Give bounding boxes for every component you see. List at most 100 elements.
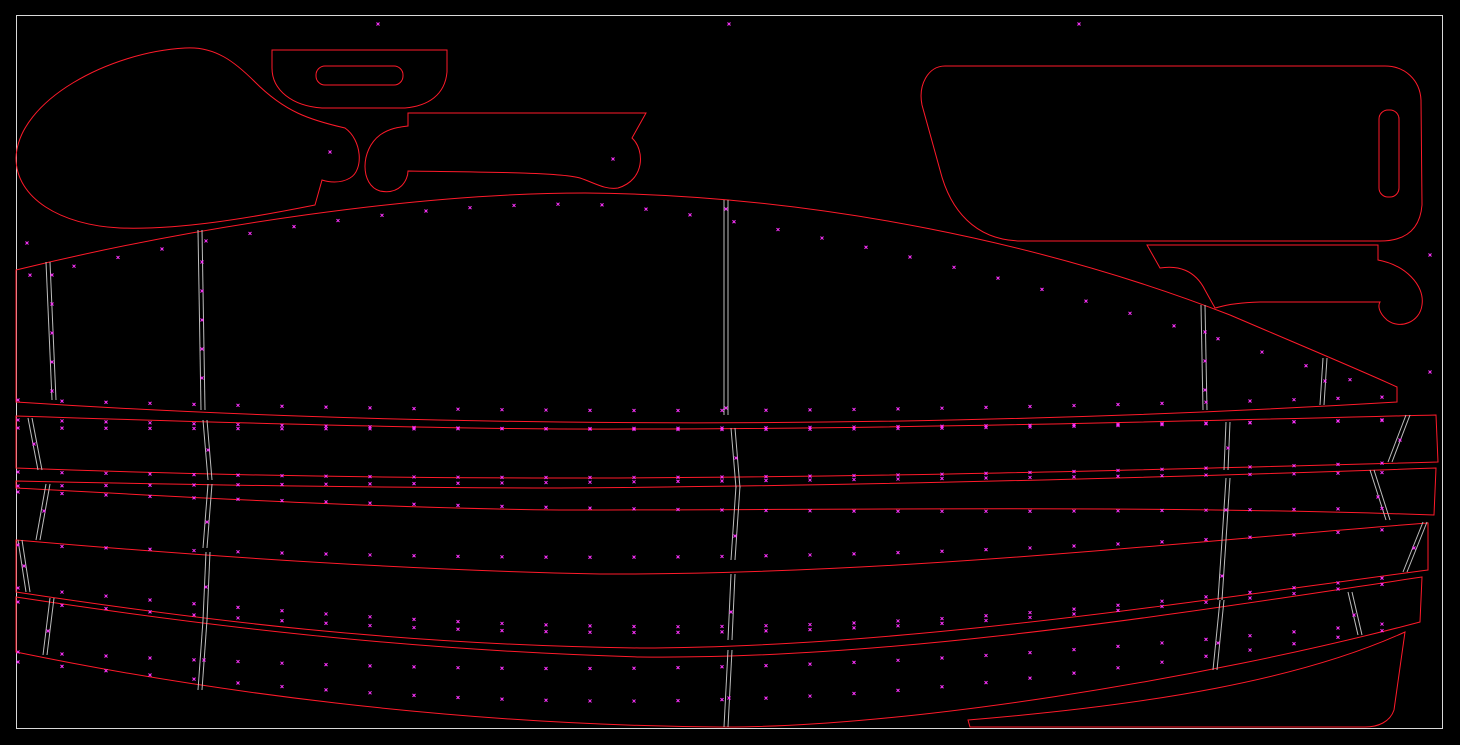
- stitch-mark: [1304, 363, 1308, 368]
- stitch-mark: [984, 509, 988, 514]
- scarf-seam-line: [46, 597, 55, 656]
- stitch-mark: [720, 697, 724, 702]
- handle-slot: [315, 65, 404, 86]
- stitch-mark: [984, 618, 988, 623]
- stitch-mark: [25, 241, 29, 245]
- stitch-mark: [852, 407, 856, 412]
- stitch-mark: [192, 613, 196, 617]
- stitch-mark: [236, 426, 240, 431]
- stitch-mark: [148, 547, 152, 552]
- stitch-mark: [1028, 676, 1032, 680]
- stitch-mark: [588, 666, 592, 671]
- stitch-mark: [148, 598, 152, 602]
- stitch-mark: [1072, 607, 1076, 611]
- stitch-mark: [324, 612, 328, 616]
- stitch-mark: [940, 509, 944, 514]
- stitch-mark: [324, 688, 328, 692]
- stitch-mark: [984, 476, 988, 480]
- stitch-mark: [764, 696, 768, 700]
- stitch-mark: [852, 621, 856, 625]
- stitch-mark: [808, 622, 812, 627]
- stitch-mark: [544, 623, 548, 627]
- stitch-mark: [1116, 603, 1120, 608]
- stitch-mark: [808, 508, 812, 513]
- stitch-mark: [1116, 508, 1120, 513]
- stitch-mark: [1084, 299, 1088, 304]
- stitch-mark: [644, 207, 648, 211]
- stitch-mark: [676, 698, 680, 703]
- stitch-mark: [544, 408, 548, 412]
- stitch-mark: [544, 505, 548, 510]
- stitch-mark: [632, 555, 636, 560]
- stitch-mark: [588, 630, 592, 635]
- hull-panel-4[interactable]: [15, 522, 1429, 649]
- stitch-mark: [1072, 403, 1076, 408]
- stitch-mark: [204, 239, 208, 243]
- stitch-mark: [60, 590, 64, 594]
- stitch-mark: [280, 608, 284, 613]
- stitch-mark: [1292, 630, 1296, 634]
- stitch-mark: [984, 405, 988, 410]
- stitch-mark: [1248, 596, 1252, 600]
- stitch-mark: [676, 630, 680, 635]
- cutting-layout: [15, 15, 1443, 729]
- stitch-mark: [456, 695, 460, 700]
- cad-drawing-canvas[interactable]: [0, 0, 1460, 745]
- stitch-mark: [324, 621, 328, 626]
- stitch-mark: [808, 627, 812, 632]
- scarf-seam-line: [42, 597, 51, 656]
- stitch-mark: [764, 478, 768, 483]
- stitch-mark: [1160, 641, 1164, 645]
- stitch-mark: [60, 399, 64, 403]
- stitch-mark: [328, 150, 332, 154]
- stitch-mark: [280, 684, 284, 689]
- scarf-seam-line: [1212, 599, 1221, 671]
- stitch-mark: [676, 555, 680, 559]
- stitch-mark: [896, 619, 900, 623]
- stitch-mark: [368, 553, 372, 557]
- stitch-mark: [940, 549, 944, 554]
- stitch-mark: [940, 616, 944, 621]
- stitch-mark: [556, 202, 560, 207]
- stitch-mark: [588, 480, 592, 485]
- stitch-mark: [148, 420, 152, 425]
- stitch-mark: [500, 666, 504, 671]
- scarf-seam-line: [727, 573, 732, 641]
- stitch-mark: [104, 594, 108, 598]
- keel-strip-part[interactable]: [967, 631, 1406, 728]
- stitch-mark: [896, 407, 900, 411]
- stitch-mark: [60, 544, 64, 549]
- blade-part[interactable]: [15, 47, 360, 229]
- stitch-mark: [984, 547, 988, 552]
- stitch-mark: [764, 663, 768, 668]
- stitch-mark: [1072, 475, 1076, 479]
- stitch-mark: [1380, 395, 1384, 399]
- stitch-mark: [1072, 671, 1076, 676]
- stitch-mark: [324, 426, 328, 431]
- stitch-mark: [456, 407, 460, 412]
- stitch-mark: [60, 470, 64, 475]
- stitch-mark: [500, 475, 504, 480]
- stitch-mark: [764, 629, 768, 633]
- handle-grip-part[interactable]: [271, 49, 448, 109]
- stitch-mark: [676, 665, 680, 670]
- stitch-mark: [500, 697, 504, 701]
- panel-part[interactable]: [920, 65, 1423, 242]
- stitch-mark: [376, 22, 380, 26]
- stitch-mark: [720, 664, 724, 669]
- stitch-mark: [688, 213, 692, 217]
- hull-panel-3[interactable]: [15, 467, 1437, 516]
- scarf-seam-line: [1216, 599, 1225, 671]
- stitch-mark: [148, 483, 152, 488]
- stitch-mark: [50, 360, 54, 364]
- stitch-mark: [1428, 370, 1432, 374]
- hull-panel-1[interactable]: [15, 192, 1398, 424]
- stitch-mark: [412, 693, 416, 698]
- stitch-mark: [1204, 595, 1208, 599]
- small-handle-part[interactable]: [1146, 244, 1423, 325]
- curved-handle-part[interactable]: [364, 112, 647, 193]
- stitch-mark: [1040, 287, 1044, 292]
- stitch-mark: [336, 218, 340, 223]
- scarf-seam-line: [1369, 469, 1387, 521]
- stitch-mark: [588, 506, 592, 510]
